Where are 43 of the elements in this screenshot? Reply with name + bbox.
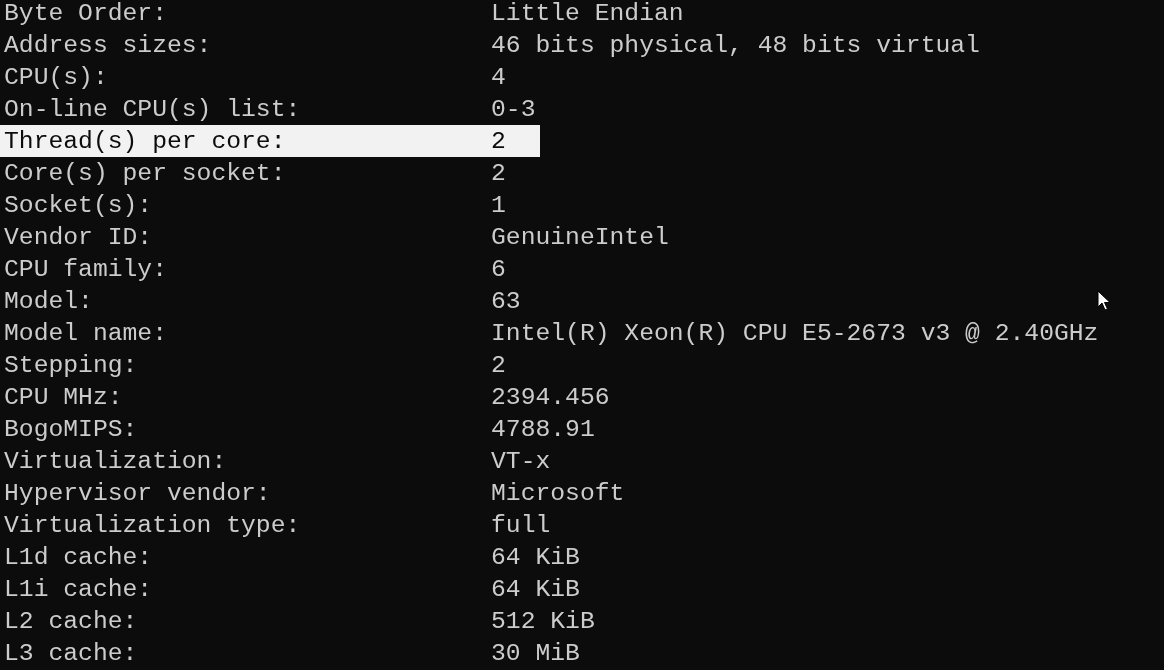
field-value: 63 xyxy=(491,287,521,315)
field-value: GenuineIntel xyxy=(491,223,669,251)
field-value: 46 bits physical, 48 bits virtual xyxy=(491,31,980,59)
field-label: CPU(s): xyxy=(4,63,109,91)
field-label: Virtualization: xyxy=(4,447,228,475)
mouse-pointer-icon xyxy=(1097,290,1111,312)
field-value: 64 KiB xyxy=(491,575,580,603)
field-label: Vendor ID: xyxy=(4,223,154,251)
field-label: Thread(s) per core: xyxy=(4,127,287,155)
field-value: Intel(R) Xeon(R) CPU E5-2673 v3 @ 2.40GHz xyxy=(491,319,1099,347)
field-label: Address sizes: xyxy=(4,31,213,59)
field-label: L2 cache: xyxy=(4,607,139,635)
field-label: Socket(s): xyxy=(4,191,154,219)
field-value: 4 xyxy=(491,63,506,91)
field-value: 6 xyxy=(491,255,506,283)
field-value: Little Endian xyxy=(491,0,684,27)
field-label: Hypervisor vendor: xyxy=(4,479,272,507)
field-value: 30 MiB xyxy=(491,639,580,667)
field-value: Microsoft xyxy=(491,479,625,507)
field-value: 2 xyxy=(491,159,506,187)
field-label: L1i cache: xyxy=(4,575,154,603)
field-value: 64 KiB xyxy=(491,543,580,571)
field-value: 2 xyxy=(491,351,506,379)
field-label: Model name: xyxy=(4,319,168,347)
field-value: VT-x xyxy=(491,447,551,475)
field-value: 2 xyxy=(491,127,506,155)
field-label: Model: xyxy=(4,287,94,315)
field-label: Stepping: xyxy=(4,351,139,379)
field-label: Core(s) per socket: xyxy=(4,159,287,187)
field-label: BogoMIPS: xyxy=(4,415,139,443)
field-value: 4788.91 xyxy=(491,415,595,443)
field-label: L1d cache: xyxy=(4,543,154,571)
field-label: CPU MHz: xyxy=(4,383,124,411)
field-value: 2394.456 xyxy=(491,383,610,411)
field-value: 0-3 xyxy=(491,95,536,123)
field-label: L3 cache: xyxy=(4,639,139,667)
field-label: Byte Order: xyxy=(4,0,168,27)
field-label: Virtualization type: xyxy=(4,511,302,539)
field-value: full xyxy=(491,511,551,539)
field-label: On-line CPU(s) list: xyxy=(4,95,302,123)
field-label: CPU family: xyxy=(4,255,168,283)
field-value: 512 KiB xyxy=(491,607,595,635)
field-value: 1 xyxy=(491,191,506,219)
